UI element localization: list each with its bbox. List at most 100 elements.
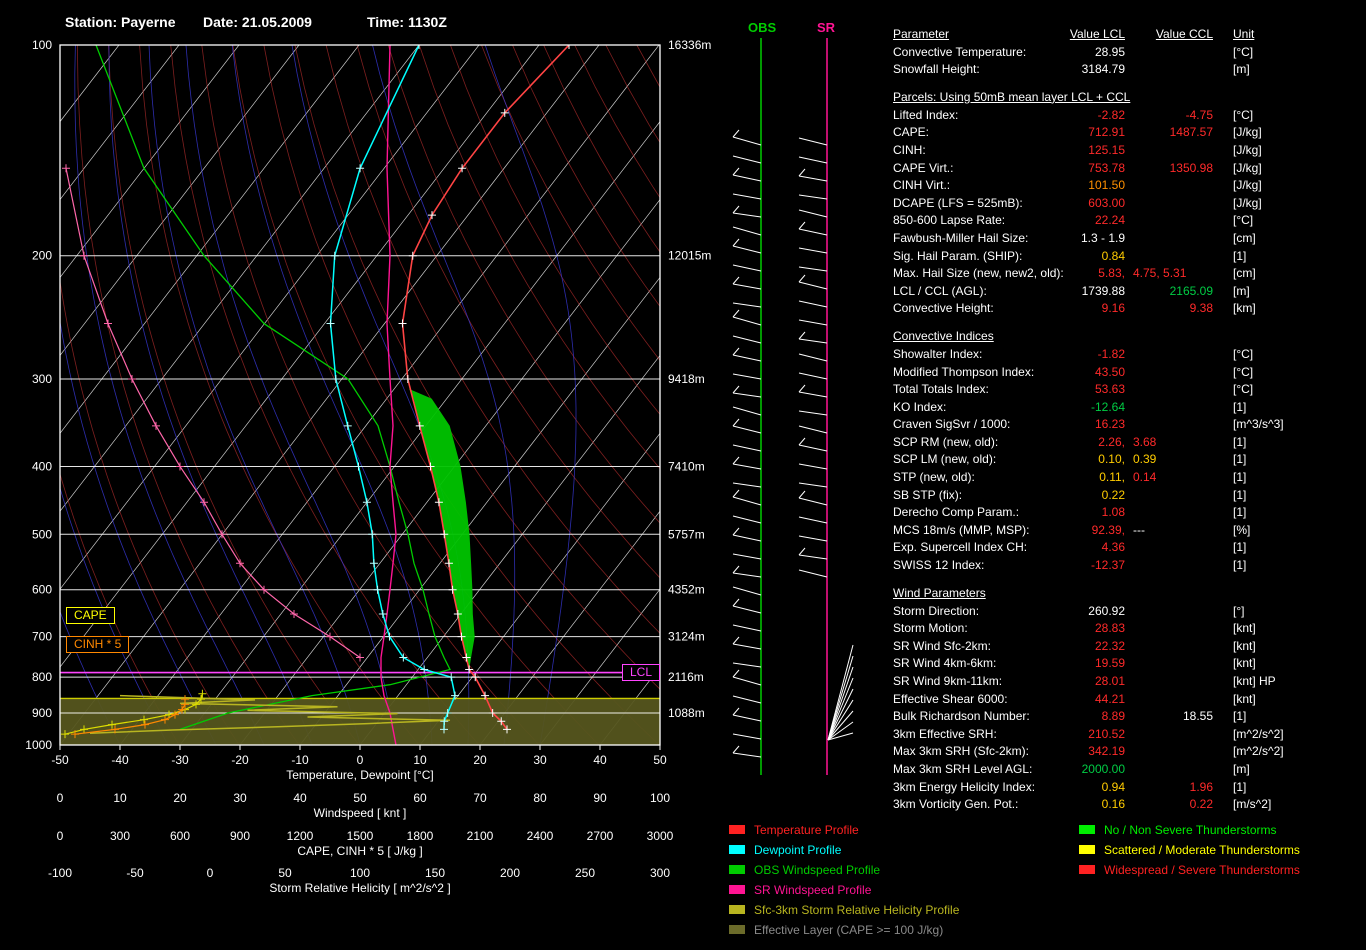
parameter-row: MCS 18m/s (MMP, MSP): 92.39, --- [%] — [893, 522, 1366, 540]
parameter-label: CINH Virt.: — [893, 178, 951, 193]
cape-tick: 900 — [229, 829, 251, 843]
temperature-tick: 30 — [533, 753, 547, 767]
windspeed-tick: 30 — [233, 791, 247, 805]
parameter-unit: [1] — [1233, 487, 1247, 502]
srh-tick: 150 — [424, 866, 446, 880]
parameter-label: Exp. Supercell Index CH: — [893, 540, 1028, 555]
legend-item: Dewpoint Profile — [729, 840, 959, 860]
legend-item: OBS Windspeed Profile — [729, 860, 959, 880]
parameter-row: SCP RM (new, old): 2.26, 3.68 [1] — [893, 434, 1366, 452]
parameter-value-ccl: 9.38 — [1189, 301, 1213, 316]
table-section-header: Convective Indices — [893, 328, 994, 343]
parameter-row: Lifted Index: -2.82 -4.75 [°C] — [893, 107, 1366, 125]
parameter-value-ccl: 0.39 — [1133, 452, 1157, 467]
pressure-tick-label: 900 — [32, 706, 52, 720]
parameter-unit: [1] — [1233, 399, 1247, 414]
pressure-tick-label: 400 — [32, 459, 52, 473]
pressure-tick-label: 800 — [32, 670, 52, 684]
legend-label: OBS Windspeed Profile — [754, 863, 881, 877]
parameter-unit: [%] — [1233, 522, 1251, 537]
parameter-unit: [1] — [1233, 558, 1247, 573]
parameter-label: Fawbush-Miller Hail Size: — [893, 230, 1029, 245]
srh-tick: 250 — [574, 866, 596, 880]
legend-item: No / Non Severe Thunderstorms — [1079, 820, 1300, 840]
temperature-axis-title: Temperature, Dewpoint [°C] — [286, 768, 434, 782]
cape-axis-title: CAPE, CINH * 5 [ J/kg ] — [297, 844, 423, 858]
parameter-value-ccl — [1125, 248, 1213, 266]
windspeed-tick: 70 — [473, 791, 487, 805]
severity-color-swatch — [1079, 865, 1095, 874]
parameter-value-lcl: 1.08 — [1101, 505, 1125, 520]
parameter-row: Storm Motion: 28.83 [knt] — [893, 620, 1366, 638]
cape-tick: 600 — [169, 829, 191, 843]
skewt-background-lines — [60, 45, 660, 745]
temperature-tick: 50 — [653, 753, 667, 767]
obs-windspeed-profile — [95, 45, 451, 731]
pressure-tick-label: 200 — [32, 249, 52, 263]
windspeed-tick: 40 — [293, 791, 307, 805]
parameter-row: Fawbush-Miller Hail Size: 1.3 - 1.9 [cm] — [893, 230, 1366, 248]
parameter-label: Sig. Hail Param. (SHIP): — [893, 248, 1023, 263]
temperature-tick: -40 — [111, 753, 129, 767]
pressure-tick-label: 600 — [32, 583, 52, 597]
severity-color-swatch — [1079, 825, 1095, 834]
parameter-row: Convective Height: 9.16 9.38 [km] — [893, 300, 1366, 318]
parameter-unit: [1] — [1233, 248, 1247, 263]
cape-area-fill — [409, 389, 475, 670]
dewpoint-profile — [329, 45, 456, 730]
parameter-value-lcl: -12.37 — [1090, 558, 1125, 573]
parameter-label: Max 3km SRH (Sfc-2km): — [893, 744, 1030, 759]
height-label: 5757m — [668, 527, 705, 541]
legend-item: Effective Layer (CAPE >= 100 J/kg) — [729, 920, 959, 940]
parameter-unit: [m] — [1233, 761, 1250, 776]
parameter-row: 850-600 Lapse Rate: 22.24 [°C] — [893, 212, 1366, 230]
parameter-value-ccl: 0.14 — [1133, 470, 1157, 485]
parameter-value-ccl: 1.96 — [1189, 779, 1213, 794]
parameter-row: Convective Temperature: 28.95 [°C] — [893, 44, 1366, 62]
pressure-tick-label: 1000 — [25, 738, 52, 752]
parameter-value-lcl: 28.83 — [1094, 621, 1125, 636]
parameter-label: 3km Effective SRH: — [893, 726, 997, 741]
srh-tick: 100 — [349, 866, 371, 880]
parameter-unit: [°] — [1233, 603, 1245, 618]
parameter-row: SR Wind 4km-6km: 19.59 [knt] — [893, 655, 1366, 673]
parameter-value-ccl — [1125, 673, 1213, 691]
legend-label: Temperature Profile — [754, 823, 859, 837]
parameter-label: Max 3km SRH Level AGL: — [893, 761, 1033, 776]
sr-wind-barbs — [798, 38, 854, 775]
height-label: 9418m — [668, 372, 705, 386]
parameter-value-lcl: 43.50 — [1094, 364, 1125, 379]
parameter-row: SR Wind Sfc-2km: 22.32 [knt] — [893, 638, 1366, 656]
parameter-value-lcl: 1.3 - 1.9 — [1080, 230, 1125, 245]
profile-color-swatch — [729, 865, 745, 874]
srh-tick: 0 — [206, 866, 214, 880]
parameter-unit: [1] — [1233, 540, 1247, 555]
pressure-tick-label: 700 — [32, 630, 52, 644]
parameter-value-ccl — [1125, 655, 1213, 673]
srh-axis-title: Storm Relative Helicity [ m^2/s^2 ] — [269, 881, 451, 895]
parameter-unit: [1] — [1233, 470, 1247, 485]
height-label: 4352m — [668, 583, 705, 597]
legend-label: Dewpoint Profile — [754, 843, 842, 857]
windspeed-tick: 60 — [413, 791, 427, 805]
srh-tick: -50 — [126, 866, 144, 880]
windspeed-tick: 10 — [113, 791, 127, 805]
windspeed-tick: 50 — [353, 791, 367, 805]
parameter-unit: [knt] HP — [1233, 674, 1276, 688]
table-header-row: Parameter Value LCL Value CCL Unit — [893, 26, 1366, 44]
parameter-unit: [1] — [1233, 434, 1247, 449]
parameter-value-ccl — [1125, 620, 1213, 638]
parameter-unit: [km] — [1233, 301, 1256, 316]
parameter-value-lcl: 0.94 — [1101, 779, 1125, 794]
cape-tick: 1200 — [286, 829, 314, 843]
profile-color-swatch — [729, 845, 745, 854]
parameter-label: Lifted Index: — [893, 107, 959, 122]
height-label: 12015m — [668, 249, 711, 263]
parameter-value-ccl — [1125, 416, 1213, 434]
profile-color-swatch — [729, 825, 745, 834]
lcl-annotation-box: LCL — [622, 664, 661, 681]
parameter-label: Snowfall Height: — [893, 62, 980, 77]
parameter-label: Derecho Comp Param.: — [893, 505, 1020, 520]
parameter-unit: [m^2/s^2] — [1233, 726, 1284, 741]
parameter-label: CINH: — [893, 142, 926, 157]
